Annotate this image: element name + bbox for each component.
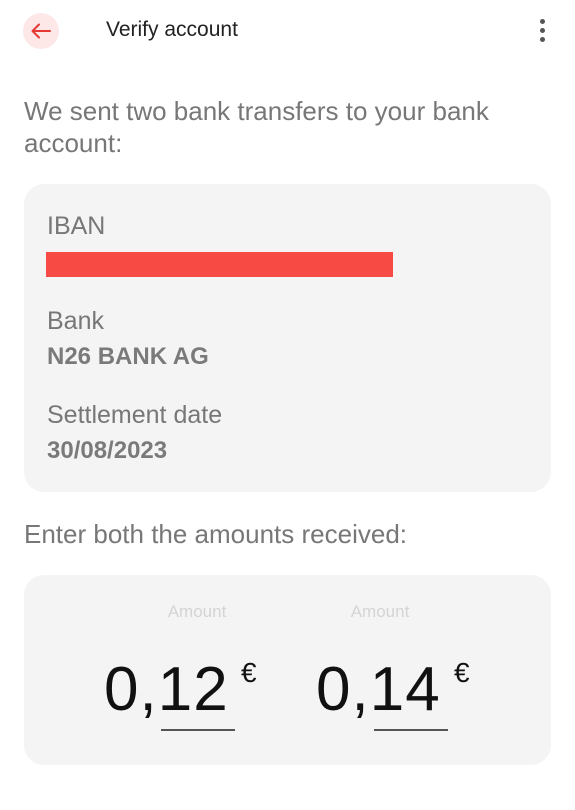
app-header: Verify account <box>0 0 575 62</box>
more-vertical-icon <box>539 18 545 24</box>
iban-value-redacted <box>46 252 393 277</box>
settlement-date-value: 30/08/2023 <box>47 437 168 464</box>
back-button[interactable] <box>23 13 59 49</box>
amount-input[interactable]: 0,14 <box>316 653 441 727</box>
amount-field-2[interactable]: Amount 0,14 € <box>300 575 470 765</box>
amount-field-1[interactable]: Amount 0,12 € <box>104 575 277 765</box>
amount-entry-card: Amount 0,12 € Amount 0,14 € <box>24 575 551 765</box>
amounts-prompt: Enter both the amounts received: <box>24 519 408 549</box>
arrow-left-icon <box>31 23 51 39</box>
transfer-details-card: IBAN Bank N26 BANK AG Settlement date 30… <box>24 184 551 492</box>
amount-input[interactable]: 0,12 <box>104 653 229 727</box>
amount-underline <box>161 729 235 731</box>
iban-label: IBAN <box>47 212 106 240</box>
currency-symbol: € <box>241 657 257 688</box>
settlement-date-label: Settlement date <box>47 401 223 429</box>
amount-underline <box>374 729 448 731</box>
intro-text: We sent two bank transfers to your bank … <box>24 96 489 158</box>
bank-label: Bank <box>47 307 104 335</box>
amount-label: Amount <box>167 602 227 621</box>
more-options-button[interactable] <box>530 14 554 46</box>
currency-symbol: € <box>454 657 470 688</box>
page-title: Verify account <box>106 18 238 41</box>
amount-label: Amount <box>350 602 410 621</box>
bank-value: N26 BANK AG <box>47 343 209 370</box>
